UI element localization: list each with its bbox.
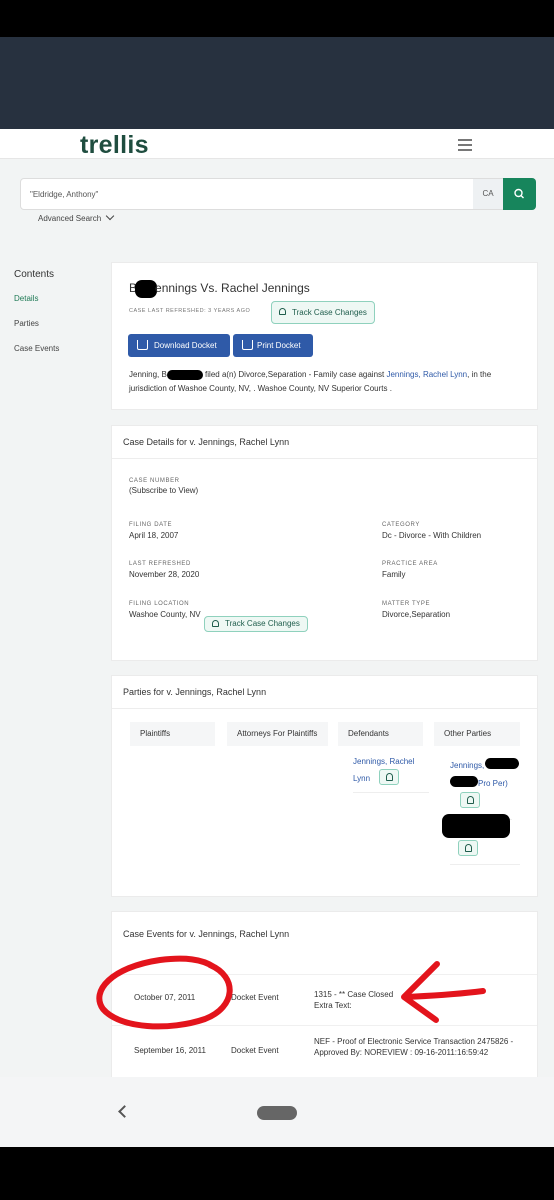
android-nav-bar [0, 1077, 554, 1147]
home-pill[interactable] [257, 1106, 297, 1120]
web-page: trellis CA Advanced Search Contents Deta… [0, 129, 554, 1077]
annotation-arrowhead [401, 961, 440, 1023]
annotation-arrow [403, 988, 486, 1000]
status-bar-area [0, 37, 554, 129]
annotation-circle [96, 955, 233, 1030]
annotation-overlay [96, 955, 486, 1030]
back-icon[interactable] [118, 1105, 131, 1118]
phone-screen: trellis CA Advanced Search Contents Deta… [0, 0, 554, 1200]
